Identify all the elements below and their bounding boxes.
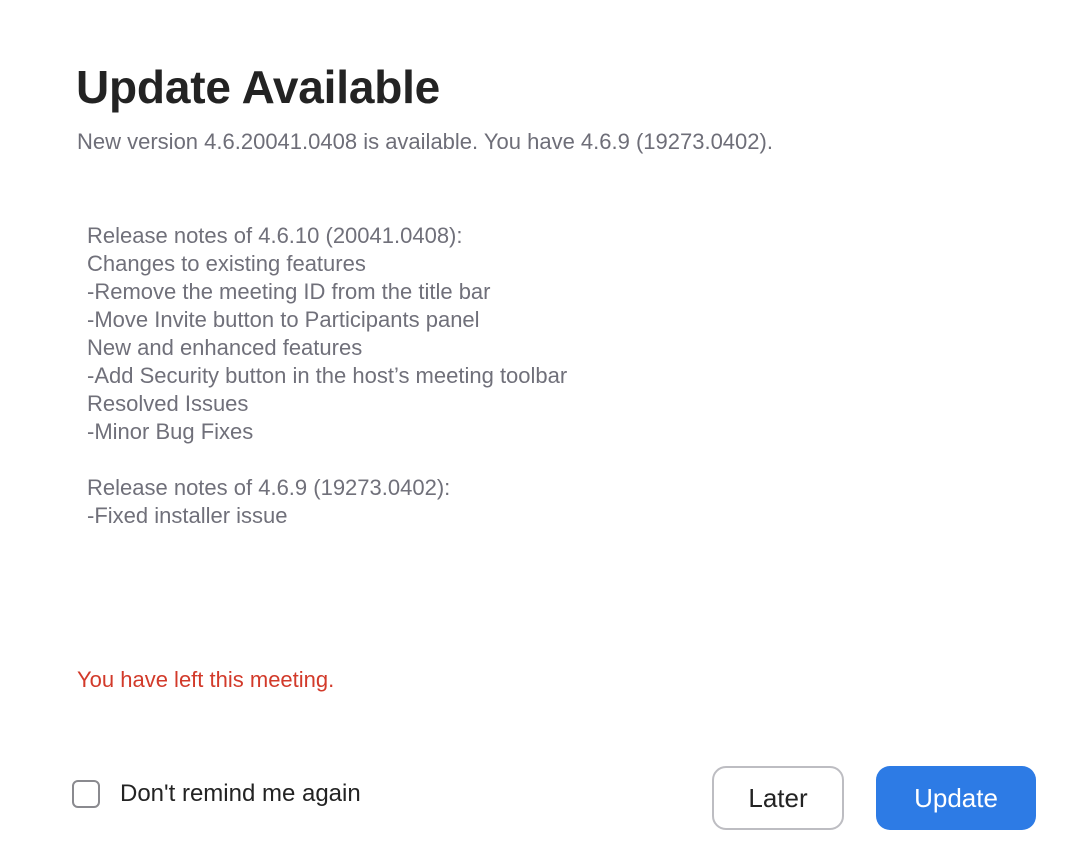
release-notes: Release notes of 4.6.10 (20041.0408): Ch…: [87, 222, 567, 530]
dialog-title: Update Available: [76, 61, 441, 113]
release-notes-line: New and enhanced features: [87, 335, 363, 360]
release-notes-line: Release notes of 4.6.10 (20041.0408):: [87, 223, 463, 248]
later-button[interactable]: Later: [712, 766, 844, 830]
release-notes-line: -Fixed installer issue: [87, 503, 288, 528]
release-notes-spacer: [87, 446, 567, 474]
dont-remind-option[interactable]: Don't remind me again: [72, 780, 361, 808]
release-notes-line: -Remove the meeting ID from the title ba…: [87, 279, 491, 304]
release-notes-line: Release notes of 4.6.9 (19273.0402):: [87, 475, 451, 500]
release-notes-line: -Move Invite button to Participants pane…: [87, 307, 480, 332]
dont-remind-label[interactable]: Don't remind me again: [120, 780, 361, 808]
release-notes-line: Changes to existing features: [87, 251, 366, 276]
update-dialog: Update Available New version 4.6.20041.0…: [0, 0, 1084, 858]
release-notes-line: Resolved Issues: [87, 391, 249, 416]
dont-remind-checkbox[interactable]: [72, 780, 100, 808]
update-button[interactable]: Update: [876, 766, 1036, 830]
release-notes-line: -Add Security button in the host’s meeti…: [87, 363, 568, 388]
release-notes-line: -Minor Bug Fixes: [87, 419, 254, 444]
version-info: New version 4.6.20041.0408 is available.…: [77, 129, 773, 154]
meeting-left-message: You have left this meeting.: [77, 667, 335, 692]
